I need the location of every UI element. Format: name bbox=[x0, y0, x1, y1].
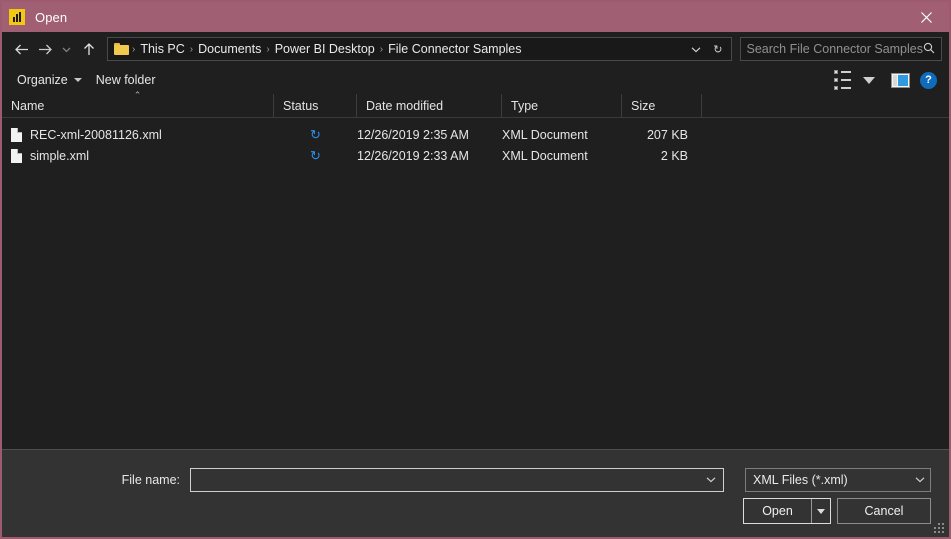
file-name-label: REC-xml-20081126.xml bbox=[30, 127, 162, 142]
breadcrumb[interactable]: › This PC › Documents › Power BI Desktop… bbox=[107, 37, 732, 61]
table-row[interactable]: simple.xml ↻ 12/26/2019 2:33 AM XML Docu… bbox=[2, 145, 949, 166]
close-icon[interactable] bbox=[903, 2, 949, 32]
file-name-label: File name: bbox=[121, 473, 180, 487]
breadcrumb-item-this-pc[interactable]: This PC bbox=[136, 42, 188, 56]
file-size-cell: 2 KB bbox=[660, 148, 688, 163]
column-header-size-label: Size bbox=[631, 99, 656, 113]
file-list[interactable]: REC-xml-20081126.xml ↻ 12/26/2019 2:35 A… bbox=[2, 118, 949, 449]
organize-button[interactable]: Organize bbox=[10, 69, 89, 91]
file-type-filter-select[interactable]: XML Files (*.xml) bbox=[745, 468, 931, 492]
file-type-filter-value: XML Files (*.xml) bbox=[753, 473, 848, 487]
power-bi-icon bbox=[9, 9, 25, 25]
file-status-cell: ↻ bbox=[274, 128, 357, 141]
file-date-cell: 12/26/2019 2:35 AM bbox=[357, 127, 469, 142]
sort-ascending-icon: ⌃ bbox=[133, 90, 142, 100]
file-type-cell: XML Document bbox=[502, 127, 588, 142]
open-file-dialog: Open › This PC › Documents › Power BI De… bbox=[0, 0, 951, 539]
column-header-name-label: Name bbox=[11, 99, 45, 113]
file-table-header: ⌃ Name Status Date modified Type Size bbox=[2, 90, 949, 118]
view-options-chevron-down-icon[interactable] bbox=[863, 76, 875, 84]
header-divider bbox=[2, 117, 949, 118]
column-header-type-label: Type bbox=[511, 99, 539, 113]
file-name-label: simple.xml bbox=[30, 148, 90, 163]
sync-pending-icon: ↻ bbox=[310, 148, 321, 163]
column-header-status-label: Status bbox=[283, 99, 319, 113]
organize-label: Organize bbox=[17, 73, 68, 87]
xml-document-icon bbox=[11, 148, 22, 163]
column-header-size[interactable]: Size bbox=[622, 94, 702, 118]
preview-pane-icon[interactable] bbox=[891, 72, 910, 88]
resize-grip-icon[interactable] bbox=[934, 523, 945, 534]
window-title: Open bbox=[35, 9, 68, 25]
title-bar: Open bbox=[2, 2, 949, 32]
file-name-cell[interactable]: REC-xml-20081126.xml bbox=[2, 127, 274, 142]
recent-locations-chevron-down-icon[interactable] bbox=[57, 36, 75, 62]
navigation-bar: › This PC › Documents › Power BI Desktop… bbox=[2, 32, 949, 66]
file-type-cell: XML Document bbox=[502, 148, 588, 163]
file-name-cell[interactable]: simple.xml bbox=[2, 148, 274, 163]
table-row[interactable]: REC-xml-20081126.xml ↻ 12/26/2019 2:35 A… bbox=[2, 124, 949, 145]
refresh-icon[interactable]: ↻ bbox=[707, 43, 728, 56]
open-split-caret-down-icon[interactable] bbox=[811, 499, 830, 523]
breadcrumb-item-file-connector-samples[interactable]: File Connector Samples bbox=[384, 42, 525, 56]
breadcrumb-chevron-down-icon[interactable] bbox=[685, 46, 707, 53]
column-header-type[interactable]: Type bbox=[502, 94, 622, 118]
forward-arrow-icon[interactable] bbox=[33, 36, 57, 62]
column-header-name[interactable]: ⌃ Name bbox=[2, 90, 274, 118]
file-name-input[interactable] bbox=[190, 468, 724, 492]
search-placeholder: Search File Connector Samples bbox=[746, 42, 923, 56]
chevron-down-icon bbox=[915, 474, 925, 486]
column-header-date-modified[interactable]: Date modified bbox=[357, 94, 502, 118]
up-arrow-icon[interactable] bbox=[77, 36, 101, 62]
file-status-cell: ↻ bbox=[274, 149, 357, 162]
chevron-down-icon bbox=[73, 78, 82, 82]
help-icon[interactable]: ? bbox=[920, 71, 937, 89]
search-icon bbox=[923, 42, 935, 57]
open-button-label: Open bbox=[762, 504, 793, 518]
breadcrumb-item-documents[interactable]: Documents bbox=[194, 42, 265, 56]
new-folder-label: New folder bbox=[95, 73, 156, 87]
new-folder-button[interactable]: New folder bbox=[89, 69, 163, 91]
search-input[interactable]: Search File Connector Samples bbox=[739, 37, 942, 61]
chevron-down-icon[interactable] bbox=[706, 474, 719, 486]
column-header-date-modified-label: Date modified bbox=[366, 99, 444, 113]
file-size-cell: 207 KB bbox=[646, 127, 688, 142]
column-header-status[interactable]: Status bbox=[274, 94, 357, 118]
breadcrumb-item-power-bi-desktop[interactable]: Power BI Desktop bbox=[271, 42, 379, 56]
toolbar-right-group: ? bbox=[830, 70, 941, 90]
open-button[interactable]: Open bbox=[743, 498, 831, 524]
sync-pending-icon: ↻ bbox=[310, 127, 321, 142]
cancel-button[interactable]: Cancel bbox=[837, 498, 931, 524]
back-arrow-icon[interactable] bbox=[9, 36, 33, 62]
xml-document-icon bbox=[11, 127, 22, 142]
folder-icon bbox=[114, 43, 129, 55]
details-view-icon[interactable] bbox=[830, 70, 855, 90]
file-date-cell: 12/26/2019 2:33 AM bbox=[357, 148, 469, 163]
